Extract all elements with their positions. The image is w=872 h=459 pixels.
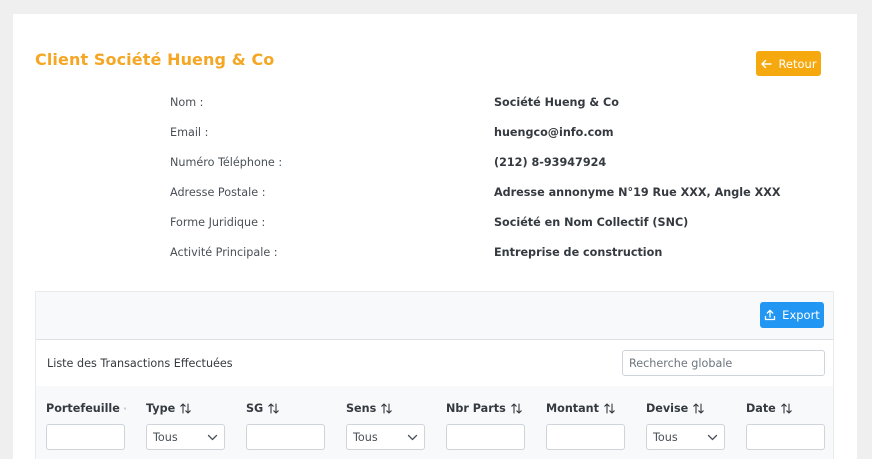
page-title: Client Société Hueng & Co [35,50,275,69]
sort-icon [268,402,279,414]
sort-icon [781,402,792,414]
info-label: Forme Juridique : [170,216,266,229]
info-label: Email : [170,126,209,139]
table-title: Liste des Transactions Effectuées [47,357,233,370]
column-header-sortable[interactable]: Date [746,400,826,416]
column-header-sortable[interactable]: Devise [646,400,726,416]
transactions-table: Export Liste des Transactions Effectuées… [35,291,834,459]
sort-icon [180,402,191,414]
sg-filter-input[interactable] [246,424,325,450]
select-value: Tous [653,430,678,444]
devise-filter-select[interactable]: Tous [646,424,725,450]
date-filter-input[interactable] [746,424,825,450]
info-label: Activité Principale : [170,246,278,259]
type-filter-select[interactable]: Tous [146,424,225,450]
arrow-left-icon [761,59,773,68]
info-label: Nom : [170,96,204,109]
column-sg: SG [246,400,326,450]
info-row-email: Email : huengco@info.com [13,126,857,146]
column-header-sortable[interactable]: Nbr Parts [446,400,526,416]
select-value: Tous [353,430,378,444]
sort-icon [511,402,522,414]
column-nbr-parts: Nbr Parts [446,400,526,450]
sens-filter-select[interactable]: Tous [346,424,425,450]
info-row-legal-form: Forme Juridique : Société en Nom Collect… [13,216,857,236]
info-label: Adresse Postale : [170,186,266,199]
export-button[interactable]: Export [760,302,824,328]
info-row-activity: Activité Principale : Entreprise de cons… [13,246,857,266]
column-header-sortable[interactable]: Sens [346,400,426,416]
sort-icon [381,402,393,414]
info-row-phone: Numéro Téléphone : (212) 8-93947924 [13,156,857,176]
info-value: huengco@info.com [494,126,614,139]
portefeuille-filter-input[interactable] [46,424,125,450]
column-header-sortable[interactable]: Montant [546,400,626,416]
column-devise: Devise Tous [646,400,726,450]
info-value: Société en Nom Collectif (SNC) [494,216,689,229]
info-value: Adresse annonyme N°19 Rue XXX, Angle XXX [494,186,781,199]
column-label: SG [246,401,264,415]
montant-filter-input[interactable] [546,424,625,450]
upload-icon [765,309,776,321]
column-label: Type [146,401,176,415]
table-caption: Liste des Transactions Effectuées [36,340,833,386]
info-row-name: Nom : Société Hueng & Co [13,96,857,116]
column-label: Devise [646,401,689,415]
client-card: Client Société Hueng & Co Retour Nom : S… [13,14,857,459]
info-value: (212) 8-93947924 [494,156,607,169]
column-label: Sens [346,401,377,415]
info-row-address: Adresse Postale : Adresse annonyme N°19 … [13,186,857,206]
global-search-input[interactable] [622,350,825,376]
back-button[interactable]: Retour [756,51,821,76]
chevron-down-icon [207,434,218,440]
column-type: Type Tous [146,400,226,450]
sort-icon [693,402,704,414]
column-sens: Sens Tous [346,400,426,450]
table-toolbar: Export [36,292,833,340]
back-button-label: Retour [778,56,817,71]
chevron-down-icon [707,434,718,440]
column-header-sortable[interactable]: SG [246,400,326,416]
sort-icon [604,402,615,414]
select-value: Tous [153,430,178,444]
column-label: Portefeuille [46,401,120,415]
column-montant: Montant [546,400,626,450]
column-label: Nbr Parts [446,401,506,415]
column-date: Date [746,400,826,450]
chevron-down-icon [407,434,418,440]
table-header: Portefeuille Type Tous SG Sens Tous Nbr … [36,386,833,456]
info-value: Entreprise de construction [494,246,663,259]
column-header-sortable[interactable]: Type [146,400,226,416]
export-button-label: Export [782,308,820,322]
sort-icon [124,407,126,409]
info-label: Numéro Téléphone : [170,156,283,169]
column-label: Montant [546,401,599,415]
info-value: Société Hueng & Co [494,96,619,109]
column-portefeuille: Portefeuille [46,400,126,450]
nbr-parts-filter-input[interactable] [446,424,525,450]
column-label: Date [746,401,776,415]
column-header-sortable[interactable]: Portefeuille [46,400,126,416]
